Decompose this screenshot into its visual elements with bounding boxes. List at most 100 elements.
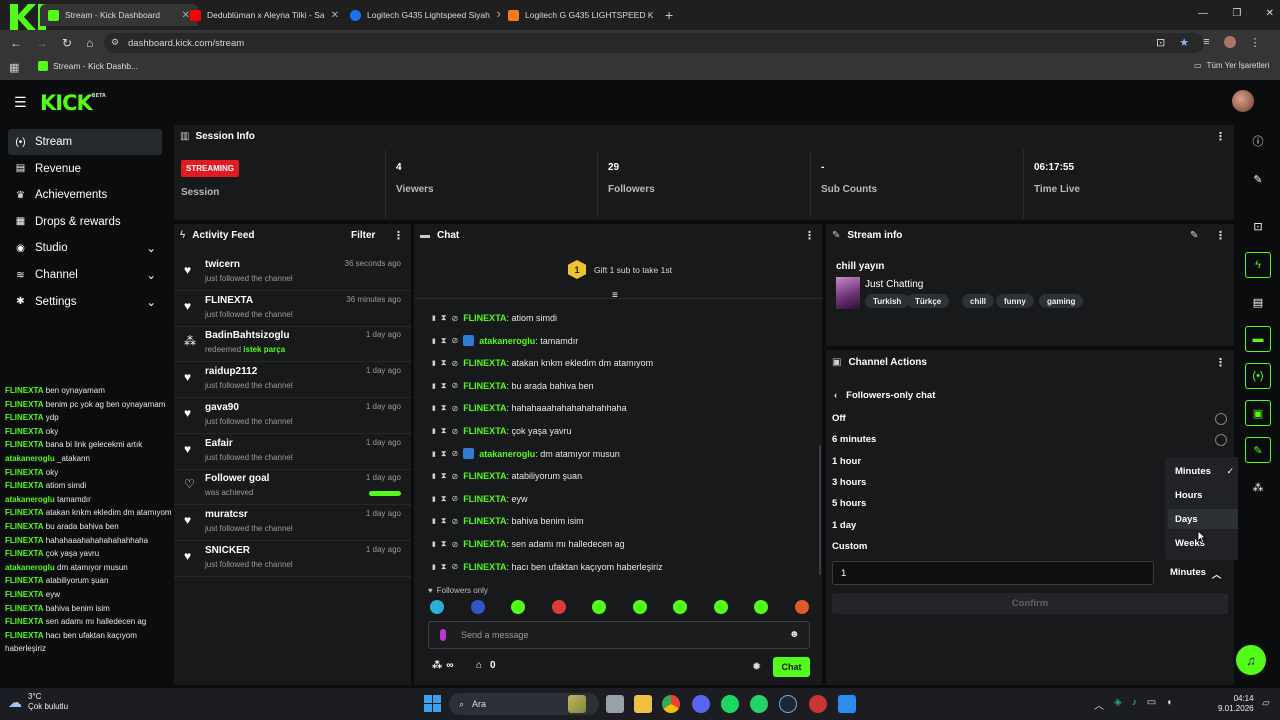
- sidebar-item-stream[interactable]: (•) Stream: [8, 129, 162, 155]
- trash-icon[interactable]: ▮: [432, 517, 436, 525]
- apps-icon[interactable]: ▦: [9, 61, 19, 74]
- trash-icon[interactable]: ▮: [432, 495, 436, 503]
- chat-message[interactable]: ▮ ⧗ ⊘ FLINEXTA: hacı ben ufaktan kaçıyom ha…: [432, 556, 663, 578]
- spotify-icon[interactable]: [721, 695, 739, 713]
- message-username[interactable]: FLINEXTA: [463, 516, 506, 526]
- robot-emote-icon[interactable]: [470, 600, 485, 614]
- quick-actions-icon[interactable]: ϟ: [1245, 252, 1271, 278]
- activity-item[interactable]: ♥ raidup2112 just followed the channel 1 da…: [174, 362, 411, 399]
- notepad-icon[interactable]: [838, 695, 856, 713]
- trash-icon[interactable]: ▮: [432, 450, 436, 458]
- ban-icon[interactable]: ⊘: [451, 449, 458, 458]
- broadcast-panel-icon[interactable]: (•): [1245, 363, 1271, 389]
- timeout-icon[interactable]: ⧗: [441, 539, 447, 549]
- followers-only-back[interactable]: ‹ Followers-only chat: [834, 390, 935, 401]
- message-username[interactable]: atakaneroglu: [479, 449, 535, 459]
- ban-icon[interactable]: ⊘: [451, 381, 458, 390]
- message-username[interactable]: FLINEXTA: [463, 471, 506, 481]
- timeout-icon[interactable]: ⧗: [441, 381, 447, 391]
- ban-icon[interactable]: ⊘: [451, 314, 458, 323]
- all-bookmarks[interactable]: ▭ Tüm Yer İşaretleri: [1194, 61, 1269, 70]
- app-icon[interactable]: [809, 695, 827, 713]
- discord-icon[interactable]: [692, 695, 710, 713]
- stream-tag[interactable]: Türkçe: [907, 294, 950, 308]
- ban-icon[interactable]: ⊘: [451, 540, 458, 549]
- pinned-toggle-icon[interactable]: ≡: [612, 290, 618, 301]
- minimize-icon[interactable]: —: [1198, 8, 1208, 19]
- stream-info-menu-icon[interactable]: ⋮: [1215, 229, 1226, 242]
- sidebar-item-channel[interactable]: ≋ Channel ⌄: [8, 262, 162, 288]
- ban-icon[interactable]: ⊘: [451, 472, 458, 481]
- timeout-icon[interactable]: ⧗: [441, 403, 447, 413]
- option-5-hours[interactable]: 5 hours: [832, 498, 866, 509]
- stream-tag[interactable]: gaming: [1039, 294, 1084, 308]
- timeout-icon[interactable]: ⧗: [441, 426, 447, 436]
- screenshot-icon[interactable]: ⊡: [1245, 213, 1271, 239]
- support-button[interactable]: ♫: [1236, 645, 1266, 675]
- chat-scrollbar[interactable]: [819, 445, 821, 575]
- steam-icon[interactable]: [779, 695, 797, 713]
- emoji-icon[interactable]: ☻: [789, 629, 800, 640]
- chat-message[interactable]: ▮ ⧗ ⊘ FLINEXTA: bu arada bahiva ben: [432, 375, 594, 397]
- timeout-icon[interactable]: ⧗: [441, 471, 447, 481]
- chat-message[interactable]: ▮ ⧗ ⊘ FLINEXTA: çok yaşa yavru: [432, 420, 572, 442]
- whatsapp-icon[interactable]: [750, 695, 768, 713]
- stream-tag[interactable]: Turkish: [865, 294, 910, 308]
- radio-button[interactable]: [1215, 413, 1227, 425]
- trash-icon[interactable]: ▮: [432, 382, 436, 390]
- profile-avatar[interactable]: [1223, 36, 1236, 48]
- activity-item[interactable]: ♡ Follower goal was achieved 1 day ago: [174, 469, 411, 506]
- message-username[interactable]: FLINEXTA: [463, 426, 506, 436]
- notifications-icon[interactable]: ▱: [1262, 698, 1270, 709]
- stream-tag[interactable]: chill: [962, 294, 995, 308]
- points-display[interactable]: ⁂ ∞: [432, 660, 453, 671]
- option-6-minutes[interactable]: 6 minutes: [832, 434, 876, 445]
- confirm-button[interactable]: Confirm: [832, 593, 1228, 614]
- option-1-day[interactable]: 1 day: [832, 520, 856, 531]
- site-info-icon[interactable]: ⚙: [111, 37, 119, 48]
- trash-icon[interactable]: ▮: [432, 427, 436, 435]
- info-icon[interactable]: ⓘ: [1245, 128, 1271, 154]
- message-username[interactable]: FLINEXTA: [463, 313, 506, 323]
- timeout-icon[interactable]: ⧗: [441, 516, 447, 526]
- message-username[interactable]: FLINEXTA: [463, 562, 506, 572]
- sidebar-item-settings[interactable]: ✱ Settings ⌄: [8, 289, 162, 315]
- ban-icon[interactable]: ⊘: [451, 517, 458, 526]
- home-icon[interactable]: ⌂: [86, 36, 93, 50]
- soccer-emote-icon[interactable]: [592, 600, 606, 614]
- activity-item[interactable]: ⁂ BadinBahtsizoglu redeemed istek parça 1 d…: [174, 326, 411, 363]
- unit-option-hours[interactable]: Hours: [1168, 485, 1242, 505]
- sidebar-item-drops-rewards[interactable]: ▦ Drops & rewards: [8, 209, 162, 235]
- angry-emote-icon[interactable]: [551, 600, 566, 614]
- kick-logo[interactable]: KICKBETA: [40, 91, 106, 115]
- channel-actions-menu-icon[interactable]: ⋮: [1215, 356, 1226, 369]
- translate-icon[interactable]: ⊡: [1156, 36, 1165, 49]
- trash-icon[interactable]: ▮: [432, 404, 436, 412]
- user-avatar[interactable]: [1232, 90, 1254, 112]
- send-chat-button[interactable]: Chat: [773, 657, 810, 677]
- tab-youtube[interactable]: Dedublüman x Aleyna Tilki - Sa ✕: [182, 4, 340, 26]
- tab-logitech-1[interactable]: Logitech G435 Lightspeed Siyah✕: [342, 4, 500, 26]
- ban-icon[interactable]: ⊘: [451, 494, 458, 503]
- activity-item[interactable]: ♥ twicern just followed the channel 36 seco…: [174, 255, 411, 291]
- message-username[interactable]: FLINEXTA: [463, 539, 506, 549]
- category-name[interactable]: Just Chatting: [865, 279, 923, 290]
- message-username[interactable]: FLINEXTA: [463, 403, 506, 413]
- file-explorer-icon[interactable]: [634, 695, 652, 713]
- timeout-icon[interactable]: ⧗: [441, 449, 447, 459]
- sidebar-item-revenue[interactable]: ▤ Revenue: [8, 156, 162, 182]
- timeout-icon[interactable]: ⧗: [441, 562, 447, 572]
- trash-icon[interactable]: ▮: [432, 540, 436, 548]
- chat-message[interactable]: ▮ ⧗ ⊘ FLINEXTA: atiom simdi: [432, 307, 557, 329]
- store-count[interactable]: ⌂ 0: [476, 660, 496, 671]
- timeout-icon[interactable]: ⧗: [441, 358, 447, 368]
- trash-icon[interactable]: ▮: [432, 563, 436, 571]
- chat-panel-icon[interactable]: ▬: [1245, 326, 1271, 352]
- chat-settings-icon[interactable]: ✹: [752, 660, 761, 673]
- mic-tray-icon[interactable]: ♪: [1132, 697, 1137, 712]
- frog-emote-icon[interactable]: [754, 600, 768, 614]
- option-custom[interactable]: Custom: [832, 541, 867, 552]
- tab-logitech-2[interactable]: Logitech G G435 LIGHTSPEED K✕: [500, 4, 658, 26]
- close-icon[interactable]: ✕: [1266, 8, 1274, 19]
- custom-duration-input[interactable]: 1: [832, 561, 1154, 585]
